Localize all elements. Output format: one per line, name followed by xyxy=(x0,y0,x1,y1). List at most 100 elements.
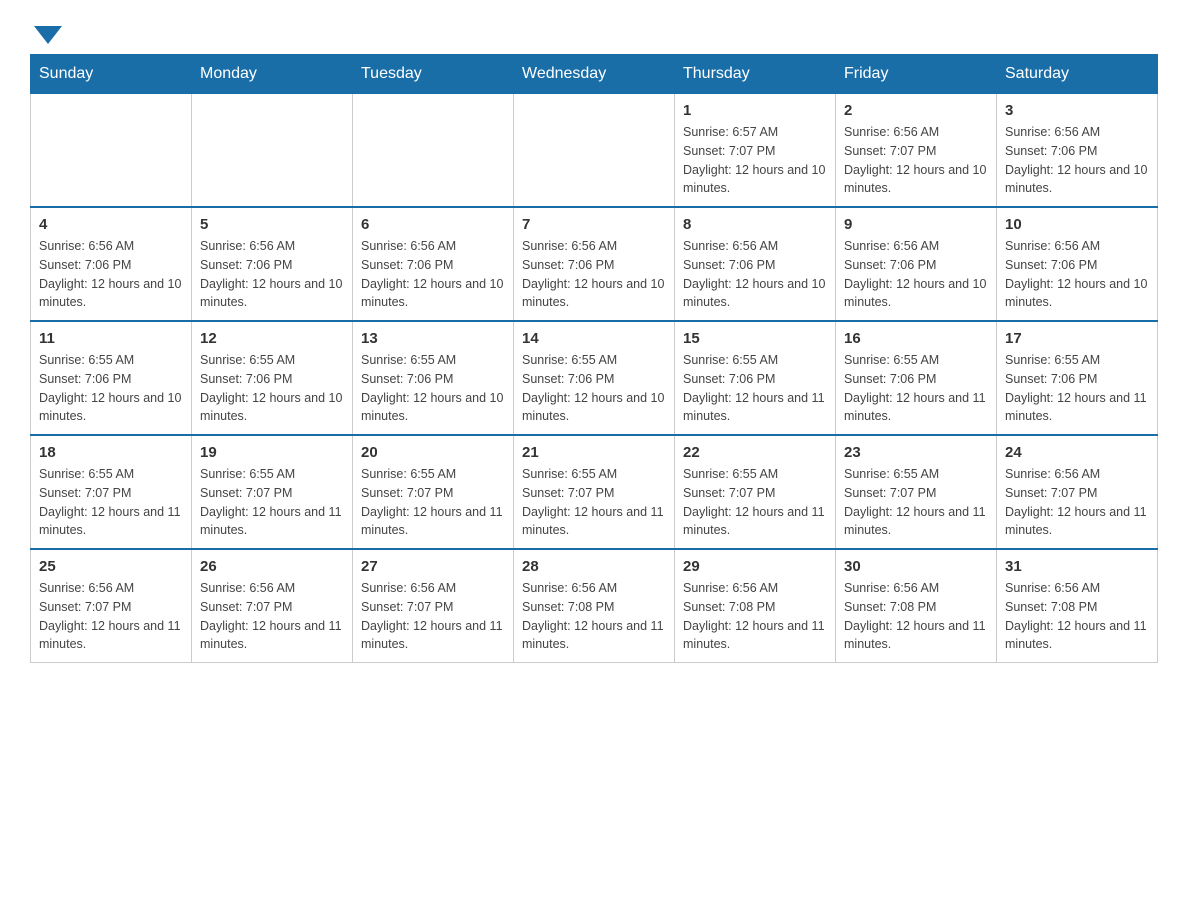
calendar-cell: 6 Sunrise: 6:56 AMSunset: 7:06 PMDaylight… xyxy=(353,207,514,321)
day-number: 14 xyxy=(522,330,666,347)
day-info: Sunrise: 6:55 AMSunset: 7:06 PMDaylight:… xyxy=(39,351,183,426)
calendar-week-row-5: 25 Sunrise: 6:56 AMSunset: 7:07 PMDayligh… xyxy=(31,549,1158,663)
calendar-cell: 30 Sunrise: 6:56 AMSunset: 7:08 PMDayligh… xyxy=(836,549,997,663)
calendar-cell: 21 Sunrise: 6:55 AMSunset: 7:07 PMDayligh… xyxy=(514,435,675,549)
day-info: Sunrise: 6:56 AMSunset: 7:06 PMDaylight:… xyxy=(522,237,666,312)
day-info: Sunrise: 6:56 AMSunset: 7:06 PMDaylight:… xyxy=(39,237,183,312)
day-info: Sunrise: 6:56 AMSunset: 7:07 PMDaylight:… xyxy=(361,579,505,654)
day-number: 22 xyxy=(683,444,827,461)
day-info: Sunrise: 6:56 AMSunset: 7:08 PMDaylight:… xyxy=(844,579,988,654)
day-number: 23 xyxy=(844,444,988,461)
day-number: 2 xyxy=(844,102,988,119)
calendar-header-saturday: Saturday xyxy=(997,55,1158,94)
calendar-cell xyxy=(192,94,353,208)
day-number: 18 xyxy=(39,444,183,461)
calendar-cell xyxy=(353,94,514,208)
day-info: Sunrise: 6:57 AMSunset: 7:07 PMDaylight:… xyxy=(683,123,827,198)
day-number: 29 xyxy=(683,558,827,575)
calendar-cell: 8Sunrise: 6:56 AMSunset: 7:06 PMDaylight… xyxy=(675,207,836,321)
calendar-cell: 18 Sunrise: 6:55 AMSunset: 7:07 PMDayligh… xyxy=(31,435,192,549)
day-info: Sunrise: 6:56 AMSunset: 7:06 PMDaylight:… xyxy=(1005,237,1149,312)
day-info: Sunrise: 6:56 AMSunset: 7:07 PMDaylight:… xyxy=(39,579,183,654)
day-number: 9 xyxy=(844,216,988,233)
logo xyxy=(30,20,62,44)
calendar-cell: 14 Sunrise: 6:55 AMSunset: 7:06 PMDayligh… xyxy=(514,321,675,435)
day-number: 21 xyxy=(522,444,666,461)
calendar-cell: 9 Sunrise: 6:56 AMSunset: 7:06 PMDaylight… xyxy=(836,207,997,321)
calendar-cell: 27 Sunrise: 6:56 AMSunset: 7:07 PMDayligh… xyxy=(353,549,514,663)
page-header xyxy=(30,20,1158,44)
day-number: 19 xyxy=(200,444,344,461)
calendar-cell: 31Sunrise: 6:56 AMSunset: 7:08 PMDayligh… xyxy=(997,549,1158,663)
day-info: Sunrise: 6:55 AMSunset: 7:07 PMDaylight:… xyxy=(844,465,988,540)
calendar-cell: 7 Sunrise: 6:56 AMSunset: 7:06 PMDaylight… xyxy=(514,207,675,321)
day-info: Sunrise: 6:55 AMSunset: 7:07 PMDaylight:… xyxy=(361,465,505,540)
day-info: Sunrise: 6:55 AMSunset: 7:06 PMDaylight:… xyxy=(1005,351,1149,426)
day-number: 26 xyxy=(200,558,344,575)
day-info: Sunrise: 6:56 AMSunset: 7:08 PMDaylight:… xyxy=(683,579,827,654)
day-number: 5 xyxy=(200,216,344,233)
day-info: Sunrise: 6:55 AMSunset: 7:06 PMDaylight:… xyxy=(200,351,344,426)
calendar-table: SundayMondayTuesdayWednesdayThursdayFrid… xyxy=(30,54,1158,663)
day-number: 1 xyxy=(683,102,827,119)
calendar-cell: 16 Sunrise: 6:55 AMSunset: 7:06 PMDayligh… xyxy=(836,321,997,435)
day-info: Sunrise: 6:56 AMSunset: 7:07 PMDaylight:… xyxy=(200,579,344,654)
day-info: Sunrise: 6:55 AMSunset: 7:06 PMDaylight:… xyxy=(683,351,827,426)
calendar-cell: 12 Sunrise: 6:55 AMSunset: 7:06 PMDayligh… xyxy=(192,321,353,435)
day-info: Sunrise: 6:56 AMSunset: 7:06 PMDaylight:… xyxy=(683,237,827,312)
day-info: Sunrise: 6:55 AMSunset: 7:06 PMDaylight:… xyxy=(522,351,666,426)
day-number: 16 xyxy=(844,330,988,347)
calendar-cell: 4 Sunrise: 6:56 AMSunset: 7:06 PMDaylight… xyxy=(31,207,192,321)
day-info: Sunrise: 6:55 AMSunset: 7:07 PMDaylight:… xyxy=(39,465,183,540)
day-info: Sunrise: 6:56 AMSunset: 7:06 PMDaylight:… xyxy=(1005,123,1149,198)
calendar-cell: 29 Sunrise: 6:56 AMSunset: 7:08 PMDayligh… xyxy=(675,549,836,663)
calendar-cell: 10 Sunrise: 6:56 AMSunset: 7:06 PMDayligh… xyxy=(997,207,1158,321)
calendar-cell: 15Sunrise: 6:55 AMSunset: 7:06 PMDayligh… xyxy=(675,321,836,435)
day-number: 10 xyxy=(1005,216,1149,233)
day-info: Sunrise: 6:55 AMSunset: 7:06 PMDaylight:… xyxy=(361,351,505,426)
calendar-cell: 20 Sunrise: 6:55 AMSunset: 7:07 PMDayligh… xyxy=(353,435,514,549)
day-info: Sunrise: 6:55 AMSunset: 7:07 PMDaylight:… xyxy=(522,465,666,540)
calendar-cell: 5 Sunrise: 6:56 AMSunset: 7:06 PMDaylight… xyxy=(192,207,353,321)
calendar-header-sunday: Sunday xyxy=(31,55,192,94)
calendar-week-row-4: 18 Sunrise: 6:55 AMSunset: 7:07 PMDayligh… xyxy=(31,435,1158,549)
day-info: Sunrise: 6:56 AMSunset: 7:06 PMDaylight:… xyxy=(361,237,505,312)
day-info: Sunrise: 6:56 AMSunset: 7:06 PMDaylight:… xyxy=(200,237,344,312)
calendar-cell: 19 Sunrise: 6:55 AMSunset: 7:07 PMDayligh… xyxy=(192,435,353,549)
day-number: 20 xyxy=(361,444,505,461)
day-number: 31 xyxy=(1005,558,1149,575)
day-number: 4 xyxy=(39,216,183,233)
calendar-header-thursday: Thursday xyxy=(675,55,836,94)
day-number: 7 xyxy=(522,216,666,233)
day-number: 25 xyxy=(39,558,183,575)
calendar-week-row-1: 1 Sunrise: 6:57 AMSunset: 7:07 PMDaylight… xyxy=(31,94,1158,208)
day-info: Sunrise: 6:55 AMSunset: 7:07 PMDaylight:… xyxy=(200,465,344,540)
day-info: Sunrise: 6:56 AMSunset: 7:07 PMDaylight:… xyxy=(1005,465,1149,540)
calendar-cell xyxy=(31,94,192,208)
day-number: 17 xyxy=(1005,330,1149,347)
calendar-cell: 28Sunrise: 6:56 AMSunset: 7:08 PMDayligh… xyxy=(514,549,675,663)
calendar-header-friday: Friday xyxy=(836,55,997,94)
calendar-cell: 13 Sunrise: 6:55 AMSunset: 7:06 PMDayligh… xyxy=(353,321,514,435)
day-number: 3 xyxy=(1005,102,1149,119)
logo-arrow-icon xyxy=(34,26,62,44)
day-info: Sunrise: 6:55 AMSunset: 7:07 PMDaylight:… xyxy=(683,465,827,540)
calendar-week-row-2: 4 Sunrise: 6:56 AMSunset: 7:06 PMDaylight… xyxy=(31,207,1158,321)
calendar-cell: 23 Sunrise: 6:55 AMSunset: 7:07 PMDayligh… xyxy=(836,435,997,549)
calendar-cell: 24 Sunrise: 6:56 AMSunset: 7:07 PMDayligh… xyxy=(997,435,1158,549)
calendar-header-tuesday: Tuesday xyxy=(353,55,514,94)
day-info: Sunrise: 6:56 AMSunset: 7:06 PMDaylight:… xyxy=(844,237,988,312)
day-number: 24 xyxy=(1005,444,1149,461)
day-number: 27 xyxy=(361,558,505,575)
calendar-header-wednesday: Wednesday xyxy=(514,55,675,94)
day-number: 30 xyxy=(844,558,988,575)
day-number: 28 xyxy=(522,558,666,575)
calendar-cell: 17 Sunrise: 6:55 AMSunset: 7:06 PMDayligh… xyxy=(997,321,1158,435)
day-info: Sunrise: 6:56 AMSunset: 7:07 PMDaylight:… xyxy=(844,123,988,198)
calendar-cell xyxy=(514,94,675,208)
day-number: 11 xyxy=(39,330,183,347)
day-info: Sunrise: 6:55 AMSunset: 7:06 PMDaylight:… xyxy=(844,351,988,426)
day-number: 13 xyxy=(361,330,505,347)
day-number: 6 xyxy=(361,216,505,233)
day-number: 12 xyxy=(200,330,344,347)
